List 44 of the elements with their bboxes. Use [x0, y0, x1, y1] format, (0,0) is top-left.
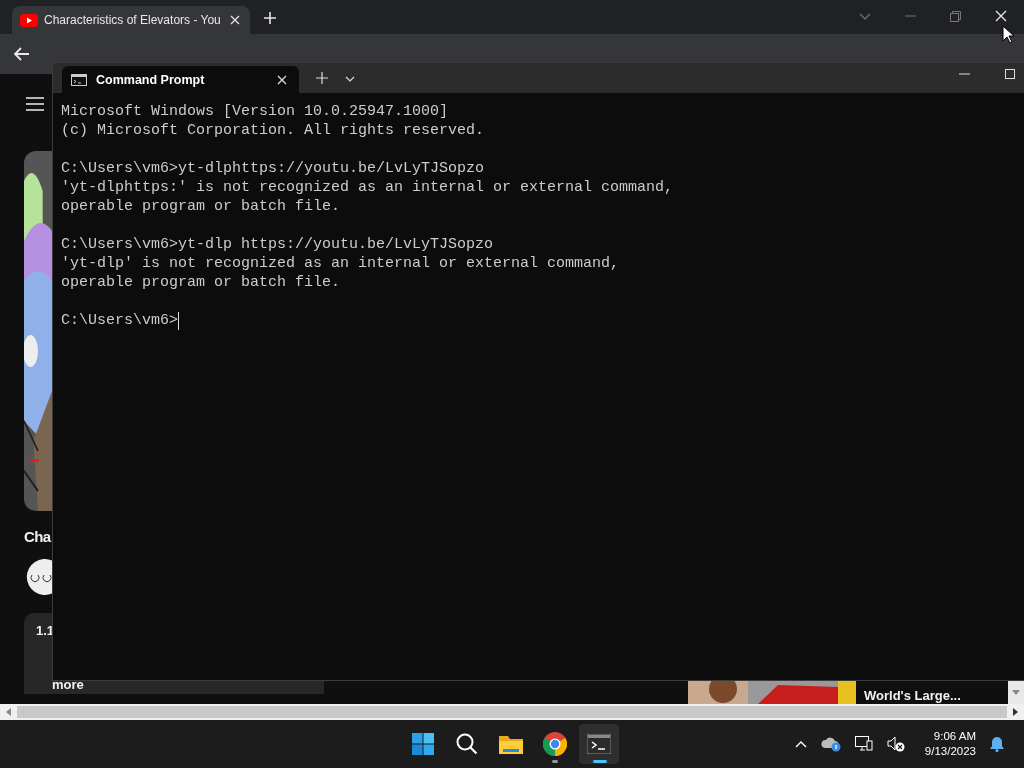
terminal-tab[interactable]: Command Prompt [62, 66, 299, 93]
chevron-up-icon[interactable] [794, 740, 807, 748]
scrollbar[interactable] [0, 704, 1024, 720]
console-line: 'yt-dlphttps:' is not recognized as an internal or external command, [61, 178, 675, 197]
terminal-icon[interactable] [579, 724, 619, 764]
scroll-left-icon[interactable] [6, 708, 11, 716]
scroll-down-icon[interactable] [1012, 690, 1020, 695]
description-heading: 1.1 [36, 623, 56, 638]
new-tab-icon[interactable] [263, 11, 277, 25]
close-icon[interactable] [277, 74, 287, 85]
menu-icon[interactable] [26, 97, 44, 111]
browser-tab[interactable]: Characteristics of Elevators - You [12, 6, 250, 34]
scroll-thumb[interactable] [17, 706, 1007, 718]
speaker-muted-icon[interactable] [886, 736, 905, 752]
channel-avatar-icon[interactable] [24, 559, 52, 595]
console-line: operable program or batch file. [61, 273, 342, 292]
console-line: Microsoft Windows [Version 10.0.25947.1000] [61, 102, 450, 121]
bell-icon[interactable] [990, 736, 1004, 752]
close-icon[interactable] [995, 10, 1007, 22]
console-line: 'yt-dlp' is not recognized as an internal or external command, [61, 254, 621, 273]
maximize-icon[interactable] [1005, 69, 1015, 79]
clock-time[interactable]: 9:06 AM [933, 729, 976, 744]
console-line: operable program or batch file. [61, 197, 342, 216]
scroll-right-icon[interactable] [1013, 708, 1018, 716]
console-icon [71, 73, 87, 86]
command-prompt[interactable]: C:\Users\vm6> [61, 311, 179, 330]
close-icon[interactable] [230, 15, 240, 25]
tab-title: Characteristics of Elevators - You [44, 13, 222, 27]
video-logo-icon [20, 13, 38, 27]
back-arrow-icon[interactable] [14, 47, 30, 61]
video-title: Cha [24, 528, 52, 545]
clock-date[interactable]: 9/13/2023 [924, 744, 976, 759]
mouse-pointer-icon [1002, 25, 1014, 44]
tab-title: Command Prompt [96, 72, 206, 87]
more-link[interactable]: more [36, 677, 312, 692]
console-line: (c) Microsoft Corporation. All rights reserved. [61, 121, 486, 140]
monitor-icon[interactable] [854, 736, 873, 752]
related-video-title[interactable]: World's Large... [864, 688, 961, 704]
cloud-icon[interactable] [820, 736, 841, 752]
scrollbar[interactable] [1008, 681, 1024, 704]
restore-icon[interactable] [950, 10, 961, 22]
new-tab-icon[interactable] [316, 72, 328, 84]
console-line: C:\Users\vm6>yt-dlphttps://youtu.be/LvLyTJSopzo [61, 159, 486, 178]
console-line: C:\Users\vm6>yt-dlp https://youtu.be/LvLyTJSopzo [61, 235, 495, 254]
